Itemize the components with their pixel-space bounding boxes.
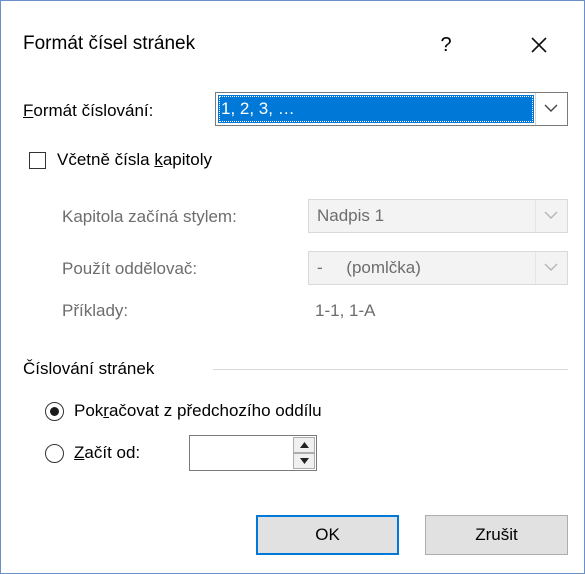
arrow-up-icon: [300, 442, 309, 448]
continue-label: Pokračovat z předchozího oddílu: [74, 401, 322, 420]
number-format-select[interactable]: 1, 2, 3, …: [215, 92, 568, 126]
cancel-button[interactable]: Zrušit: [425, 515, 568, 555]
dialog-title: Formát čísel stránek: [23, 33, 196, 54]
continue-radio[interactable]: [45, 402, 64, 421]
dropdown-button[interactable]: [535, 252, 567, 284]
chevron-down-icon: [544, 104, 558, 112]
chapter-style-select[interactable]: Nadpis 1: [308, 199, 568, 233]
separator-label: Použít oddělovač:: [62, 259, 198, 278]
stepper-buttons: [293, 437, 315, 469]
start-at-input[interactable]: [190, 436, 290, 470]
separator-value: - (pomlčka): [317, 258, 421, 277]
start-at-label: Začít od:: [74, 443, 141, 462]
page-number-format-dialog: Formát čísel stránek ? Formát číslování:…: [0, 0, 585, 574]
start-at-radio[interactable]: [45, 444, 64, 463]
close-button[interactable]: [514, 27, 564, 63]
ok-button[interactable]: OK: [256, 515, 399, 555]
number-format-value: 1, 2, 3, …: [218, 95, 534, 123]
help-button[interactable]: ?: [426, 27, 466, 63]
dropdown-button[interactable]: [535, 200, 567, 232]
radio-selected-dot: [50, 407, 59, 416]
decrement-button[interactable]: [293, 453, 315, 469]
increment-button[interactable]: [293, 437, 315, 453]
close-icon: [531, 37, 547, 53]
chapter-style-value: Nadpis 1: [317, 206, 385, 225]
include-chapter-checkbox[interactable]: [29, 152, 46, 169]
chevron-down-icon: [544, 211, 558, 219]
group-divider: [213, 369, 568, 370]
chapter-style-label: Kapitola začíná stylem:: [62, 207, 237, 226]
separator-select[interactable]: - (pomlčka): [308, 251, 568, 285]
include-chapter-label: Včetně čísla kapitoly: [57, 150, 212, 169]
arrow-down-icon: [300, 458, 309, 464]
examples-label: Příklady:: [62, 301, 129, 320]
dropdown-button[interactable]: [535, 93, 567, 125]
number-format-label: Formát číslování:: [23, 101, 154, 120]
start-at-stepper[interactable]: [189, 435, 317, 471]
examples-value: 1-1, 1-A: [315, 301, 376, 320]
chevron-down-icon: [544, 263, 558, 271]
page-numbering-group-label: Číslování stránek: [23, 359, 155, 378]
title-bar: Formát čísel stránek ?: [1, 1, 584, 85]
